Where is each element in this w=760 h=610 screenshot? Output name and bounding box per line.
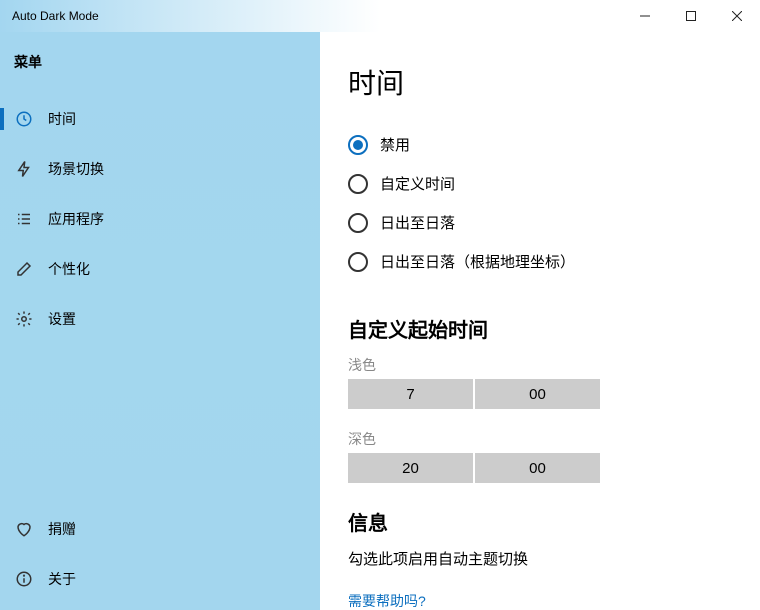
help-link[interactable]: 需要帮助吗? [348, 591, 732, 610]
sidebar-item-personalize[interactable]: 个性化 [0, 244, 320, 294]
light-label: 浅色 [348, 355, 732, 375]
gear-icon [14, 309, 34, 329]
sidebar-item-label: 个性化 [48, 259, 90, 279]
info-heading: 信息 [348, 507, 732, 536]
sidebar-item-donate[interactable]: 捐赠 [0, 504, 320, 554]
maximize-icon [686, 11, 696, 21]
minimize-button[interactable] [622, 0, 668, 32]
maximize-button[interactable] [668, 0, 714, 32]
radio-sunrise-sunset[interactable]: 日出至日落 [348, 212, 732, 233]
heart-icon [14, 519, 34, 539]
sidebar-item-apps[interactable]: 应用程序 [0, 194, 320, 244]
sidebar-item-label: 应用程序 [48, 209, 104, 229]
radio-icon [348, 135, 368, 155]
window-title: Auto Dark Mode [0, 9, 622, 23]
sidebar-item-scene[interactable]: 场景切换 [0, 144, 320, 194]
time-mode-radio-group: 禁用 自定义时间 日出至日落 日出至日落（根据地理坐标） [348, 134, 732, 272]
window-controls [622, 0, 760, 32]
radio-label: 日出至日落 [380, 212, 455, 233]
clock-icon [14, 109, 34, 129]
sidebar-item-label: 场景切换 [48, 159, 104, 179]
app-body: 菜单 时间 场景切换 [0, 32, 760, 610]
sidebar-header: 菜单 [0, 32, 320, 94]
sidebar-item-about[interactable]: 关于 [0, 554, 320, 604]
radio-custom-time[interactable]: 自定义时间 [348, 173, 732, 194]
sidebar-item-label: 关于 [48, 569, 76, 589]
radio-icon [348, 252, 368, 272]
sidebar-nav: 时间 场景切换 应用程序 [0, 94, 320, 344]
titlebar: Auto Dark Mode [0, 0, 760, 32]
app-window: Auto Dark Mode 菜单 时间 [0, 0, 760, 610]
lightning-icon [14, 159, 34, 179]
light-hour-input[interactable]: 7 [348, 379, 473, 409]
info-text: 勾选此项启用自动主题切换 [348, 548, 732, 569]
sidebar-item-label: 时间 [48, 109, 76, 129]
info-icon [14, 569, 34, 589]
radio-label: 日出至日落（根据地理坐标） [380, 251, 575, 272]
sidebar-item-time[interactable]: 时间 [0, 94, 320, 144]
main-content: 时间 禁用 自定义时间 日出至日落 日出至日落（根据地理坐标） [320, 32, 760, 610]
sidebar-item-settings[interactable]: 设置 [0, 294, 320, 344]
pencil-icon [14, 259, 34, 279]
radio-icon [348, 174, 368, 194]
close-button[interactable] [714, 0, 760, 32]
sidebar-item-label: 设置 [48, 309, 76, 329]
radio-label: 自定义时间 [380, 173, 455, 194]
dark-minute-input[interactable]: 00 [475, 453, 600, 483]
light-time-row: 7 00 [348, 379, 732, 409]
custom-start-heading: 自定义起始时间 [348, 314, 732, 343]
light-minute-input[interactable]: 00 [475, 379, 600, 409]
radio-disabled[interactable]: 禁用 [348, 134, 732, 155]
sidebar-footer: 捐赠 关于 [0, 504, 320, 604]
dark-hour-input[interactable]: 20 [348, 453, 473, 483]
page-heading: 时间 [348, 62, 732, 102]
sidebar: 菜单 时间 场景切换 [0, 32, 320, 610]
radio-sunrise-sunset-geo[interactable]: 日出至日落（根据地理坐标） [348, 251, 732, 272]
minimize-icon [640, 11, 650, 21]
radio-label: 禁用 [380, 134, 410, 155]
radio-icon [348, 213, 368, 233]
dark-label: 深色 [348, 429, 732, 449]
close-icon [732, 11, 742, 21]
dark-time-row: 20 00 [348, 453, 732, 483]
list-icon [14, 209, 34, 229]
sidebar-item-label: 捐赠 [48, 519, 76, 539]
